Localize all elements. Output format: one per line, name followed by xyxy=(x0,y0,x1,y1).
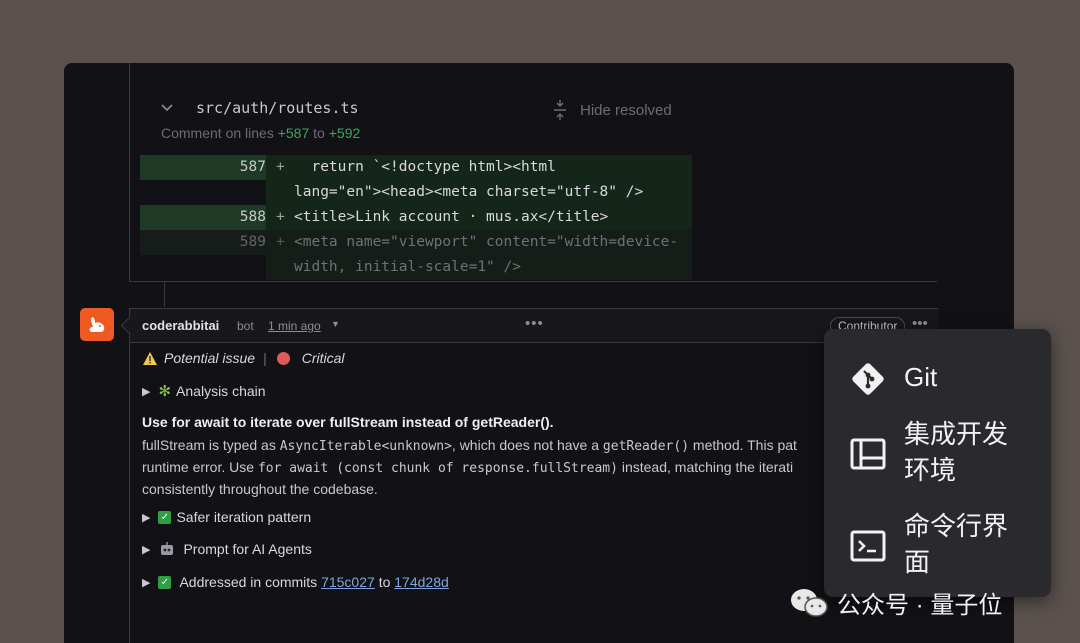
robot-icon xyxy=(161,542,174,555)
comment-lines-info: Comment on lines +587 to +592 xyxy=(161,125,360,141)
analysis-chain-label: Analysis chain xyxy=(176,383,266,399)
expand-triangle-icon: ▶ xyxy=(142,511,151,524)
watermark-text: 公众号 · 量子位 xyxy=(837,592,1003,619)
thread-line xyxy=(129,63,130,281)
safer-iteration-label: Safer iteration pattern xyxy=(176,509,312,525)
code-text: lang="en"><head><meta charset="utf-8" /> xyxy=(294,184,644,200)
severity-label: Critical xyxy=(301,350,345,366)
code-line: width, initial-scale=1" /> xyxy=(140,255,692,280)
diff-sign: + xyxy=(276,159,285,175)
addressed-label: Addressed in commits xyxy=(179,574,318,590)
chevron-down-icon[interactable] xyxy=(160,101,174,120)
comment-lines-prefix: Comment on lines xyxy=(161,125,274,141)
inline-code: AsyncIterable<unknown> xyxy=(279,439,452,454)
diff-sign: + xyxy=(276,234,285,250)
commit-link-start[interactable]: 715c027 xyxy=(321,574,375,590)
terminal-icon xyxy=(850,530,886,562)
expand-triangle-icon: ▶ xyxy=(142,543,151,556)
check-icon: ✓ xyxy=(158,575,172,589)
para-text: instead, matching the iterati xyxy=(617,459,794,475)
inline-code: getReader() xyxy=(602,439,690,454)
caret-down-icon[interactable]: ▼ xyxy=(331,319,340,329)
hide-resolved-label: Hide resolved xyxy=(580,101,672,119)
code-text: return `<!doctype html><html xyxy=(294,159,556,175)
thread-line-bottom xyxy=(129,341,130,643)
safer-iteration-toggle[interactable]: ▶ ✓ Safer iteration pattern xyxy=(142,509,311,525)
line-number: 588 xyxy=(239,209,266,225)
puzzle-icon: ✻ xyxy=(158,383,172,400)
code-line: 587 + return `<!doctype html><html xyxy=(140,155,692,180)
addressed-commits-toggle[interactable]: ▶ ✓ Addressed in commits 715c027 to 174d… xyxy=(142,574,449,590)
para-text: , which does not have a xyxy=(451,437,603,453)
thread-line-connector xyxy=(164,281,165,307)
more-options-icon[interactable]: ••• xyxy=(525,315,544,332)
commit-sep: to xyxy=(378,574,391,590)
issue-line: Potential issue | Critical xyxy=(142,350,344,366)
menu-item-label: 命令行界面 xyxy=(904,511,1009,577)
wechat-icon xyxy=(791,588,828,617)
line-sep: to xyxy=(313,125,325,141)
comment-author[interactable]: coderabbitai xyxy=(142,318,219,333)
rabbit-icon xyxy=(89,316,105,332)
code-line: lang="en"><head><meta charset="utf-8" /> xyxy=(140,180,692,205)
code-block-border xyxy=(129,281,937,282)
menu-item-cli[interactable]: 命令行界面 xyxy=(850,508,1024,580)
prompt-agents-label: Prompt for AI Agents xyxy=(183,541,312,557)
menu-item-label: Git xyxy=(904,362,938,392)
warning-icon xyxy=(143,351,157,365)
para-text: method. This pat xyxy=(689,437,797,453)
file-header: src/auth/routes.ts Hide resolved xyxy=(160,97,720,123)
line-start: +587 xyxy=(277,125,310,141)
line-end: +592 xyxy=(328,125,361,141)
hide-resolved-button[interactable]: Hide resolved xyxy=(552,99,672,121)
comment-title: Use for await to iterate over fullStream… xyxy=(142,414,554,430)
potential-issue-label: Potential issue xyxy=(164,350,256,366)
check-icon: ✓ xyxy=(158,510,172,524)
coderabbit-avatar[interactable] xyxy=(80,308,114,341)
comment-paragraph: fullStream is typed as AsyncIterable<unk… xyxy=(142,435,822,500)
commit-link-end[interactable]: 174d28d xyxy=(394,574,449,590)
watermark: 公众号 · 量子位 xyxy=(789,585,1002,620)
ide-icon xyxy=(850,438,886,470)
open-with-menu: Git 集成开发环境 命令行界面 xyxy=(824,329,1051,597)
code-text: <meta name="viewport" content="width=dev… xyxy=(294,234,679,250)
prompt-agents-toggle[interactable]: ▶ Prompt for AI Agents xyxy=(142,541,312,557)
comment-header: coderabbitai bot 1 min ago ▼ ••• Contrib… xyxy=(120,308,938,343)
para-text: runtime error. Use xyxy=(142,459,258,475)
menu-item-ide[interactable]: 集成开发环境 xyxy=(850,416,1024,488)
diff-code-block: 587 + return `<!doctype html><html lang=… xyxy=(140,155,692,280)
inline-code: for await (const chunk of response.fullS… xyxy=(257,461,618,476)
comment-time[interactable]: 1 min ago xyxy=(268,319,321,333)
code-line: 588 + <title>Link account · mus.ax</titl… xyxy=(140,205,692,230)
code-text: <title>Link account · mus.ax</title> xyxy=(294,209,609,225)
file-path[interactable]: src/auth/routes.ts xyxy=(196,99,359,117)
para-text: consistently throughout the codebase. xyxy=(142,481,378,497)
line-number: 587 xyxy=(239,159,266,175)
git-icon xyxy=(852,363,884,395)
diff-sign: + xyxy=(276,209,285,225)
analysis-chain-toggle[interactable]: ▶ ✻ Analysis chain xyxy=(142,382,266,400)
bot-label: bot xyxy=(237,319,254,333)
menu-item-label: 集成开发环境 xyxy=(904,419,1009,485)
line-number: 589 xyxy=(239,234,266,250)
critical-dot-icon xyxy=(276,351,290,365)
code-line: 589 + <meta name="viewport" content="wid… xyxy=(140,230,692,255)
menu-item-git[interactable]: Git xyxy=(850,359,1024,397)
expand-triangle-icon: ▶ xyxy=(142,576,151,589)
para-text: fullStream is typed as xyxy=(142,437,280,453)
expand-triangle-icon: ▶ xyxy=(142,385,151,398)
code-text: width, initial-scale=1" /> xyxy=(294,259,521,275)
collapse-icon xyxy=(554,100,566,120)
